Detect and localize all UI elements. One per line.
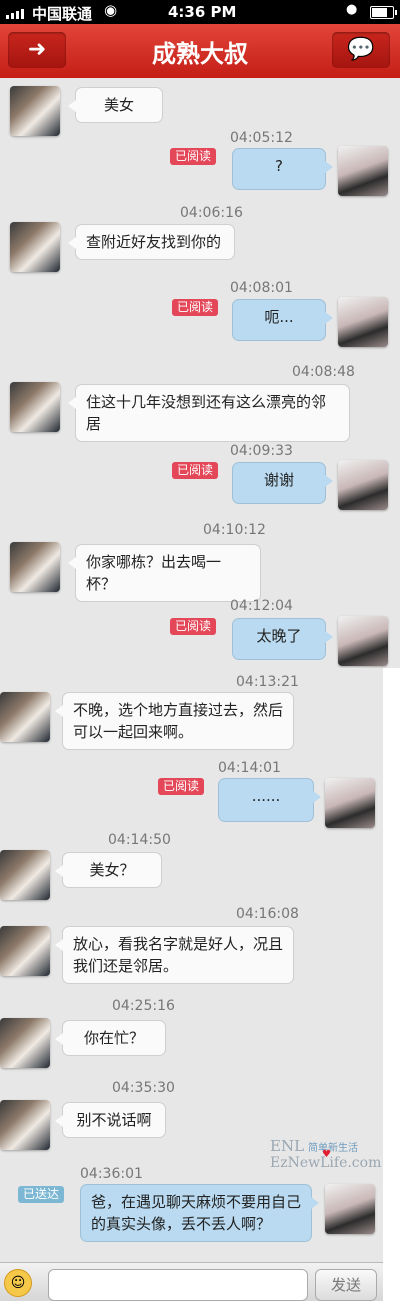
nav-bar: ➜ 成熟大叔 💬	[0, 24, 400, 78]
input-bar: ☺ 发送	[0, 1262, 383, 1301]
carrier-label: 中国联通	[32, 5, 93, 23]
timestamp: 04:14:50	[108, 832, 171, 848]
message-bubble-in[interactable]: 别不说话啊	[55, 1102, 166, 1138]
timestamp: 04:12:04	[230, 598, 293, 614]
battery-icon	[370, 6, 397, 19]
message-bubble-in[interactable]: 住这十几年没想到还有这么漂亮的邻居	[68, 384, 350, 442]
smiley-icon[interactable]: ☺	[4, 1269, 32, 1297]
speech-bubble-icon: 💬	[347, 37, 375, 62]
left-arrow-icon: ➜	[27, 37, 47, 62]
back-button[interactable]: ➜	[8, 32, 66, 68]
timestamp: 04:08:48	[292, 364, 355, 380]
avatar-other[interactable]	[0, 1018, 50, 1068]
timestamp: 04:14:01	[218, 760, 281, 776]
page-margin	[383, 668, 400, 1300]
avatar-other[interactable]	[10, 222, 60, 272]
message-bubble-in[interactable]: 你家哪栋？出去喝一杯？	[68, 544, 261, 602]
message-bubble-in[interactable]: 放心，看我名字就是好人，况且我们还是邻居。	[55, 926, 294, 984]
message-bubble-out[interactable]: 太晚了	[232, 618, 333, 660]
message-bubble-in[interactable]: 不晚，选个地方直接过去，然后可以一起回来啊。	[55, 692, 294, 750]
message-bubble-in[interactable]: 你在忙？	[55, 1020, 166, 1056]
heart-icon: ♥	[322, 1149, 331, 1160]
send-button[interactable]: 发送	[315, 1269, 377, 1301]
message-bubble-in[interactable]: 查附近好友找到你的	[68, 224, 235, 260]
timestamp: 04:35:30	[112, 1080, 175, 1096]
avatar-other[interactable]	[0, 926, 50, 976]
timestamp: 04:25:16	[112, 998, 175, 1014]
chat-title: 成熟大叔	[152, 40, 248, 68]
chat-screenshot-bottom: 04:13:21 不晚，选个地方直接过去，然后可以一起回来啊。 04:14:01…	[0, 668, 383, 1300]
timestamp: 04:09:33	[230, 443, 293, 459]
message-bubble-in[interactable]: 美女？	[55, 852, 162, 888]
delivered-badge: 已送达	[18, 1186, 65, 1203]
avatar-other[interactable]	[10, 382, 60, 432]
message-bubble-out[interactable]: ?	[232, 148, 333, 190]
timestamp: 04:08:01	[230, 280, 293, 296]
timestamp: 04:36:01	[80, 1166, 143, 1182]
read-badge: 已阅读	[158, 778, 205, 795]
status-time: 4:36 PM	[168, 3, 237, 21]
signal-icon	[6, 7, 28, 19]
read-badge: 已阅读	[170, 618, 217, 635]
alarm-icon: ●	[346, 2, 358, 17]
profile-button[interactable]: 💬	[332, 32, 390, 68]
timestamp: 04:13:21	[236, 674, 299, 690]
timestamp: 04:06:16	[180, 205, 243, 221]
avatar-me[interactable]	[338, 146, 388, 196]
status-bar: 中国联通 ◉ 4:36 PM ●	[0, 0, 400, 24]
message-bubble-out[interactable]: 爸，在遇见聊天麻烦不要用自己的真实头像，丢不丢人啊？	[80, 1184, 319, 1242]
message-bubble-out[interactable]: 谢谢	[232, 462, 333, 504]
message-bubble-out[interactable]: ......	[218, 778, 321, 822]
read-badge: 已阅读	[172, 462, 219, 479]
message-bubble-out[interactable]: 呃...	[232, 299, 333, 341]
avatar-me[interactable]	[325, 778, 375, 828]
avatar-other[interactable]	[10, 86, 60, 136]
avatar-me[interactable]	[338, 460, 388, 510]
avatar-me[interactable]	[338, 616, 388, 666]
chat-screenshot-top: 中国联通 ◉ 4:36 PM ● ➜ 成熟大叔 💬 美女 04:05:12 已阅…	[0, 0, 400, 668]
wifi-icon: ◉	[104, 1, 118, 19]
avatar-me[interactable]	[325, 1184, 375, 1234]
watermark-logo: ENL	[270, 1137, 305, 1155]
avatar-other[interactable]	[0, 1100, 50, 1150]
timestamp: 04:10:12	[203, 522, 266, 538]
avatar-other[interactable]	[0, 692, 50, 742]
timestamp: 04:16:08	[236, 906, 299, 922]
watermark-tagline: 简单新生活	[308, 1143, 359, 1154]
avatar-other[interactable]	[0, 850, 50, 900]
avatar-me[interactable]	[338, 297, 388, 347]
message-bubble-in[interactable]: 美女	[68, 87, 163, 123]
read-badge: 已阅读	[172, 299, 219, 316]
timestamp: 04:05:12	[230, 130, 293, 146]
avatar-other[interactable]	[10, 542, 60, 592]
watermark: ENL 简单新生活 ♥ EzNewLife.com	[270, 1136, 381, 1171]
message-input[interactable]	[48, 1269, 308, 1301]
read-badge: 已阅读	[170, 148, 217, 165]
